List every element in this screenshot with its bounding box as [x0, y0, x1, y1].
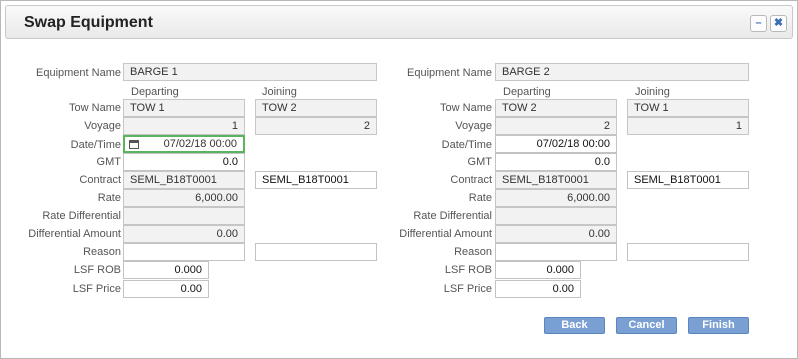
right-joining-voyage: 1: [627, 117, 749, 135]
label-lsf-rob: LSF ROB: [73, 264, 121, 276]
right-departing-voyage: 2: [495, 117, 617, 135]
left-departing-header: Departing: [131, 86, 179, 98]
label-lsf-rob: LSF ROB: [444, 264, 492, 276]
right-departing-rate: 6,000.00: [495, 189, 617, 207]
right-departing-gmt-input[interactable]: 0.0: [495, 153, 617, 171]
close-icon[interactable]: ✖: [770, 15, 787, 32]
right-lsf-rob-input[interactable]: 0.000: [495, 261, 581, 279]
left-departing-gmt-input[interactable]: 0.0: [123, 153, 245, 171]
left-joining-voyage: 2: [255, 117, 377, 135]
calendar-icon[interactable]: [129, 140, 139, 149]
right-departing-header: Departing: [503, 86, 551, 98]
label-equipment-name: Equipment Name: [36, 67, 121, 79]
cancel-button[interactable]: Cancel: [616, 317, 677, 334]
left-departing-voyage: 1: [123, 117, 245, 135]
left-date-time-value: 07/02/18 00:00: [163, 138, 237, 150]
label-gmt: GMT: [96, 156, 121, 168]
label-date-time: Date/Time: [70, 139, 121, 151]
left-departing-date-time-input[interactable]: 07/02/18 00:00: [123, 135, 245, 153]
label-rate: Rate: [468, 192, 492, 204]
right-lsf-price-input[interactable]: 0.00: [495, 280, 581, 298]
label-lsf-price: LSF Price: [72, 283, 121, 295]
left-joining-reason-input[interactable]: [255, 243, 377, 261]
label-reason: Reason: [83, 246, 121, 258]
left-joining-tow-name: TOW 2: [255, 99, 377, 117]
right-joining-tow-name: TOW 1: [627, 99, 749, 117]
label-contract: Contract: [450, 174, 492, 186]
right-departing-tow-name: TOW 2: [495, 99, 617, 117]
left-equipment-name-field: BARGE 1: [123, 63, 377, 81]
right-departing-reason-input[interactable]: [495, 243, 617, 261]
swap-equipment-dialog: Swap Equipment – ✖ Equipment Name BARGE …: [0, 0, 798, 359]
label-tow-name: Tow Name: [69, 102, 121, 114]
right-joining-header: Joining: [635, 86, 670, 98]
right-departing-contract: SEML_B18T0001: [495, 171, 617, 189]
left-lsf-rob-input[interactable]: 0.000: [123, 261, 209, 279]
left-joining-header: Joining: [262, 86, 297, 98]
label-contract: Contract: [79, 174, 121, 186]
label-rate: Rate: [97, 192, 121, 204]
right-joining-reason-input[interactable]: [627, 243, 749, 261]
left-lsf-price-input[interactable]: 0.00: [123, 280, 209, 298]
dialog-title: Swap Equipment: [24, 14, 153, 31]
right-departing-differential-amount: 0.00: [495, 225, 617, 243]
label-reason: Reason: [454, 246, 492, 258]
right-departing-rate-differential: [495, 207, 617, 225]
label-voyage: Voyage: [455, 120, 492, 132]
label-differential-amount: Differential Amount: [28, 228, 121, 240]
left-departing-reason-input[interactable]: [123, 243, 245, 261]
right-departing-date-time-input[interactable]: 07/02/18 00:00: [495, 135, 617, 153]
label-date-time: Date/Time: [441, 139, 492, 151]
left-departing-rate: 6,000.00: [123, 189, 245, 207]
label-lsf-price: LSF Price: [443, 283, 492, 295]
back-button[interactable]: Back: [544, 317, 605, 334]
left-departing-rate-differential: [123, 207, 245, 225]
label-voyage: Voyage: [84, 120, 121, 132]
left-departing-contract: SEML_B18T0001: [123, 171, 245, 189]
dialog-title-bar: Swap Equipment – ✖: [5, 5, 793, 39]
label-equipment-name: Equipment Name: [407, 67, 492, 79]
label-tow-name: Tow Name: [440, 102, 492, 114]
right-equipment-name-field: BARGE 2: [495, 63, 749, 81]
left-joining-contract-input[interactable]: SEML_B18T0001: [255, 171, 377, 189]
label-gmt: GMT: [467, 156, 492, 168]
left-departing-differential-amount: 0.00: [123, 225, 245, 243]
minimize-icon[interactable]: –: [750, 15, 767, 32]
finish-button[interactable]: Finish: [688, 317, 749, 334]
label-rate-differential: Rate Differential: [413, 210, 492, 222]
left-departing-tow-name: TOW 1: [123, 99, 245, 117]
label-differential-amount: Differential Amount: [399, 228, 492, 240]
right-joining-contract-input[interactable]: SEML_B18T0001: [627, 171, 749, 189]
label-rate-differential: Rate Differential: [42, 210, 121, 222]
